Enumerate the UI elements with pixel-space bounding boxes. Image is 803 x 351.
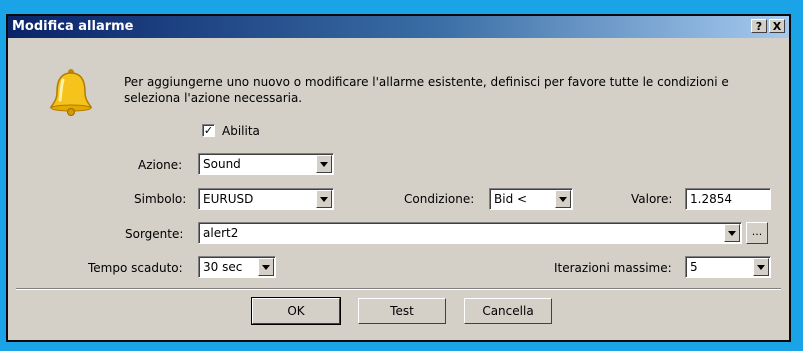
chevron-down-icon[interactable] [258,258,274,276]
enable-checkbox[interactable]: ✓ [202,124,215,137]
browse-button[interactable]: ... [746,222,768,244]
condition-label: Condizione: [404,192,475,206]
ok-button[interactable]: OK [251,297,341,325]
timeout-select[interactable]: 30 sec [198,256,276,278]
alarm-dialog: Modifica allarme ? X Per aggiungerne uno… [6,14,791,342]
help-button[interactable]: ? [751,19,767,33]
value-label: Valore: [631,192,673,206]
divider [16,288,781,290]
chevron-down-icon[interactable] [724,224,740,242]
source-label: Sorgente: [125,227,184,241]
test-button[interactable]: Test [358,298,446,324]
instruction-text: Per aggiungerne uno nuovo o modificare l… [124,75,729,105]
dialog-title: Modifica allarme [12,19,134,34]
value-input[interactable]: 1.2854 [685,188,771,210]
symbol-label: Simbolo: [134,192,187,206]
source-select[interactable]: alert2 [198,222,742,244]
max-iterations-select[interactable]: 5 [685,256,771,278]
action-label: Azione: [138,158,183,172]
max-iterations-label: Iterazioni massime: [554,261,672,275]
condition-select[interactable]: Bid < [489,188,573,210]
timeout-label: Tempo scaduto: [88,261,183,275]
title-bar: Modifica allarme ? X [8,16,789,38]
cancel-button[interactable]: Cancella [464,298,552,324]
close-button[interactable]: X [769,19,785,33]
chevron-down-icon[interactable] [316,155,332,173]
enable-label: Abilita [222,124,260,138]
chevron-down-icon[interactable] [316,190,332,208]
bell-icon [48,68,94,119]
action-select[interactable]: Sound [198,153,334,175]
symbol-select[interactable]: EURUSD [198,188,334,210]
chevron-down-icon[interactable] [555,190,571,208]
chevron-down-icon[interactable] [753,258,769,276]
